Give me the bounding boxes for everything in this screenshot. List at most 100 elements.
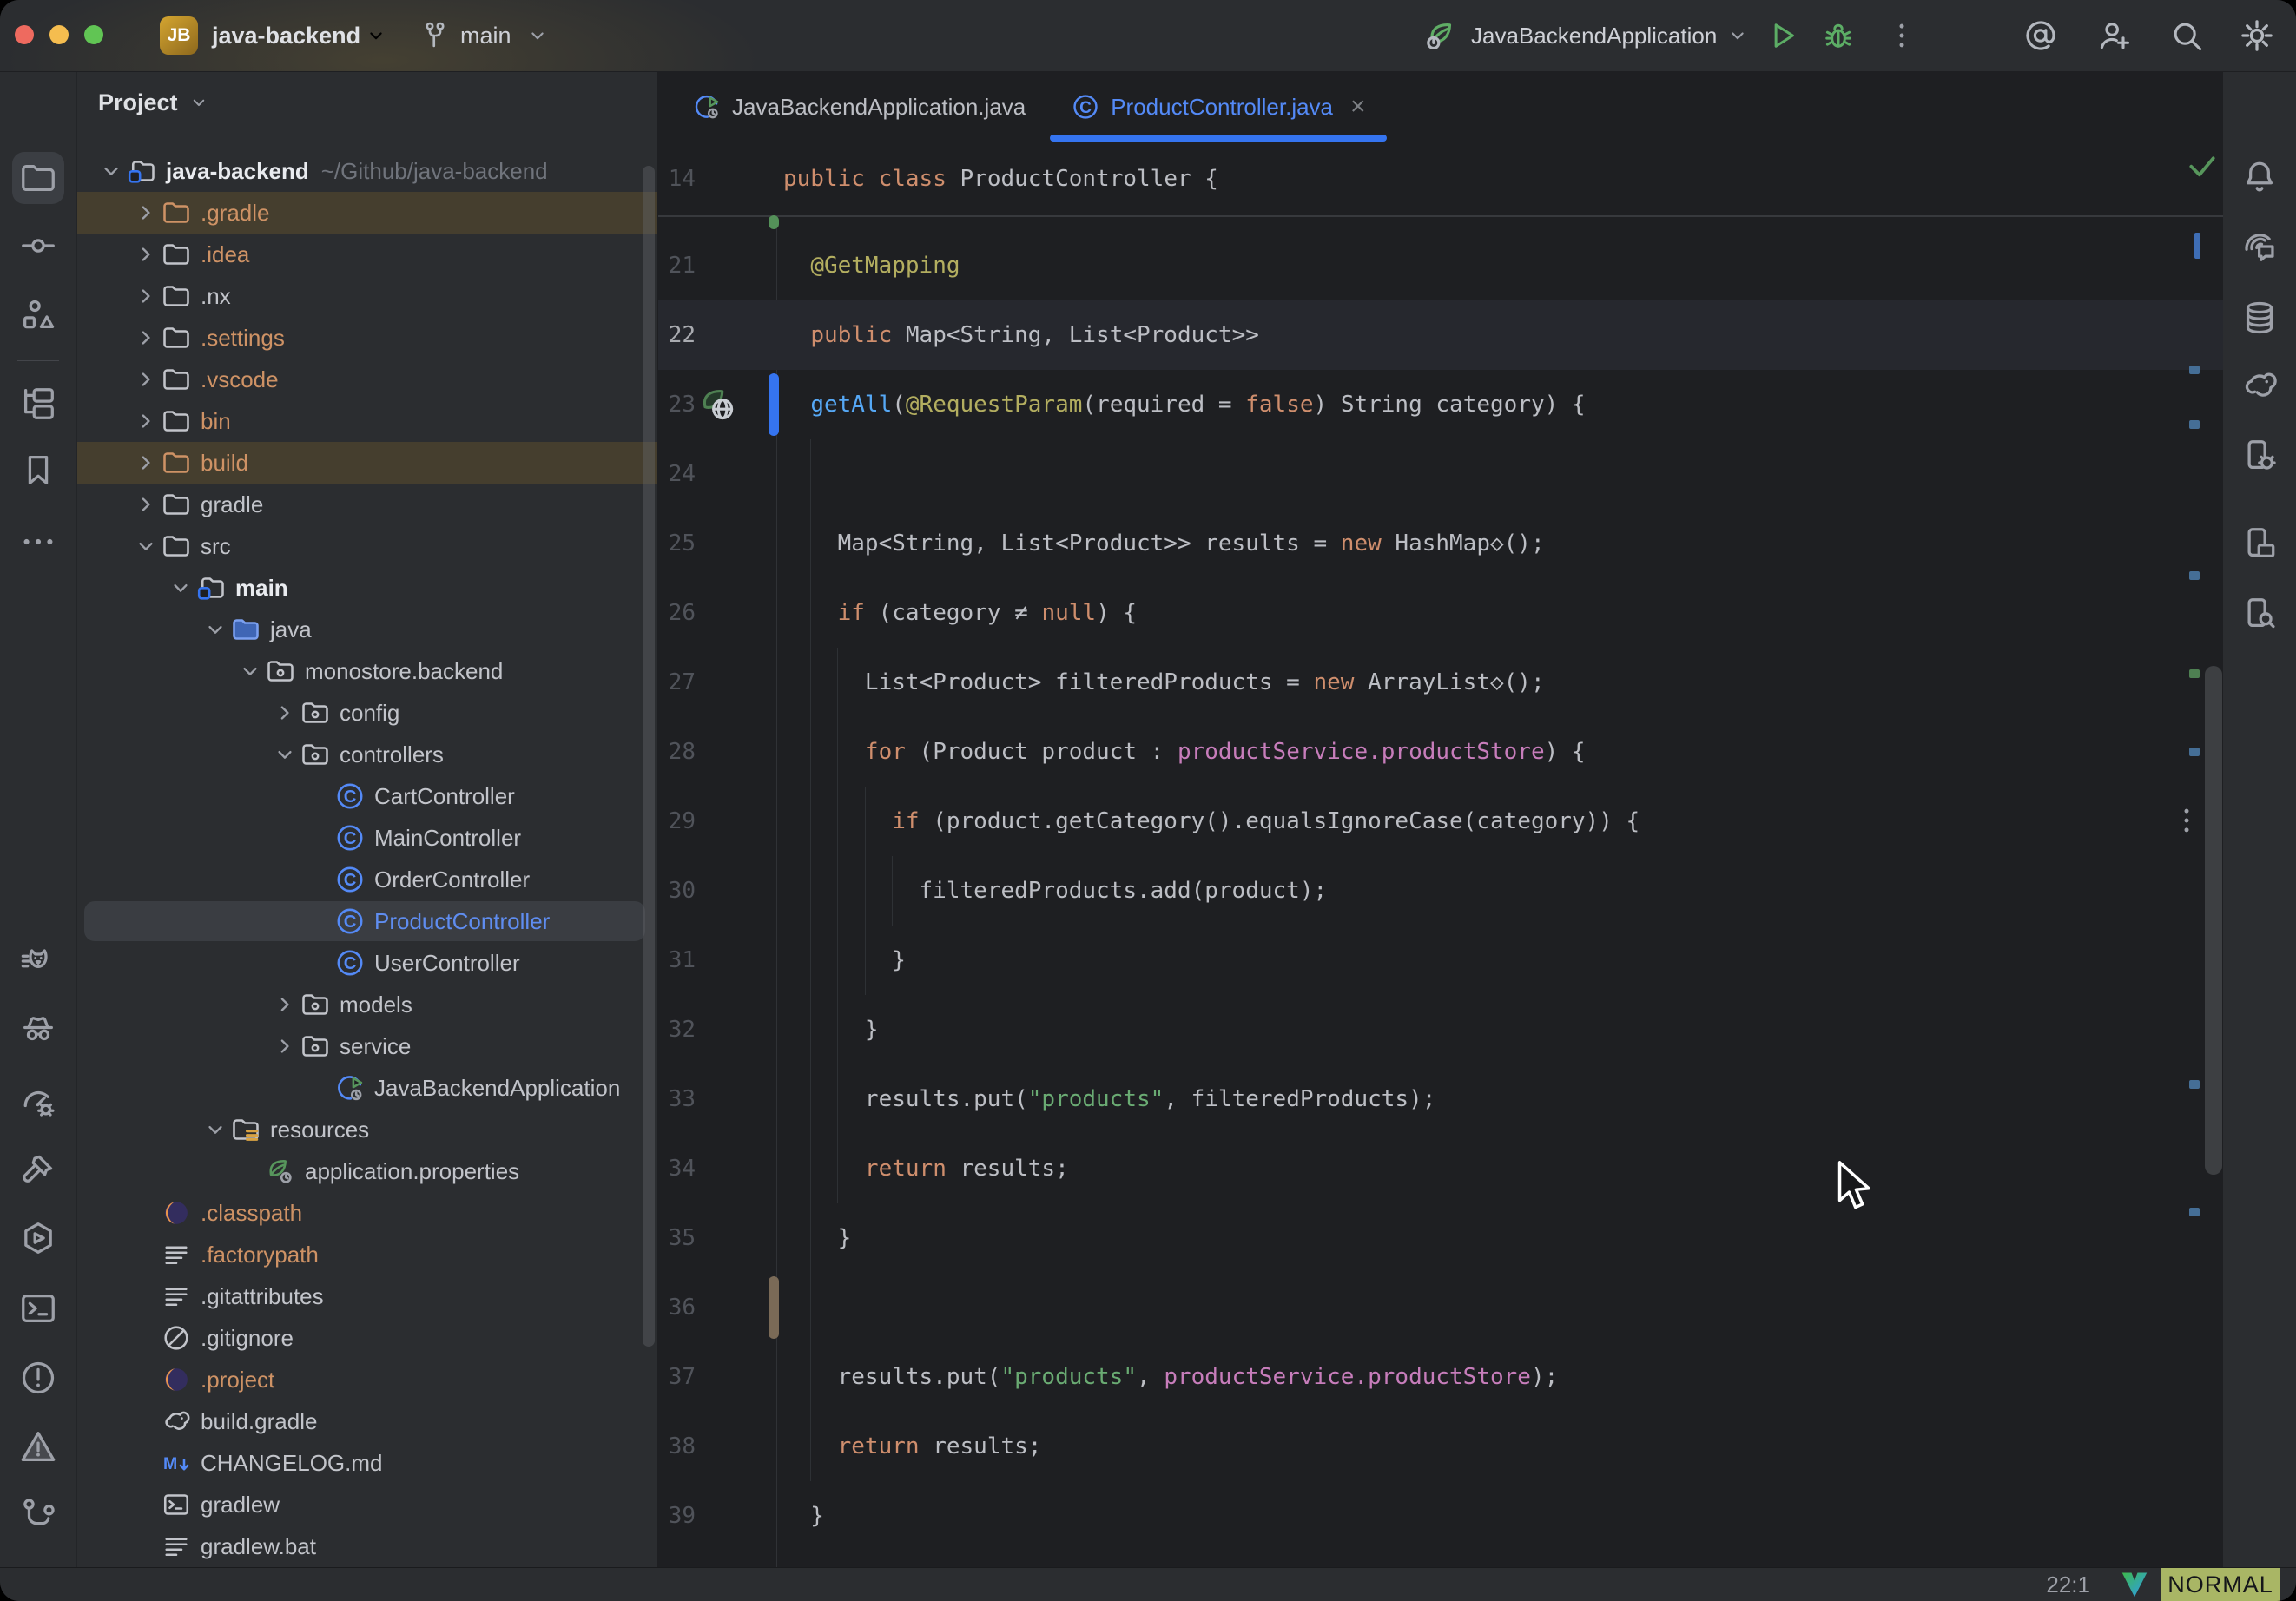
run-button[interactable] bbox=[1765, 17, 1801, 54]
code-line-33[interactable]: 33 results.put("products", filteredProdu… bbox=[658, 1064, 2223, 1134]
chevron-down-icon[interactable] bbox=[96, 156, 126, 186]
tool-stripe-version-control-icon[interactable] bbox=[18, 1495, 58, 1535]
code-text[interactable]: filteredProducts.add(product); bbox=[783, 856, 1327, 926]
more-actions-button[interactable] bbox=[1884, 18, 1919, 53]
chevron-right-icon[interactable] bbox=[270, 1031, 300, 1061]
chevron-right-icon[interactable] bbox=[131, 323, 161, 352]
tree-item-.gitattributes[interactable]: .gitattributes bbox=[77, 1275, 657, 1317]
tree-item-.nx[interactable]: .nx bbox=[77, 275, 657, 317]
chevron-right-icon[interactable] bbox=[131, 406, 161, 436]
ai-mention-button[interactable] bbox=[2022, 16, 2060, 55]
code-line-22[interactable]: 22 public Map<String, List<Product>> bbox=[658, 300, 2223, 370]
tree-item-main[interactable]: main bbox=[77, 567, 657, 609]
tree-item-java-backend[interactable]: java-backend~/Github/java-backend bbox=[77, 150, 657, 192]
tool-stripe-structure-icon[interactable] bbox=[18, 295, 58, 335]
line-number[interactable]: 33 bbox=[658, 1064, 696, 1134]
tree-item-CartController[interactable]: CCartController bbox=[77, 775, 657, 817]
tree-item-MainController[interactable]: CMainController bbox=[77, 817, 657, 859]
rest-endpoint-icon[interactable] bbox=[699, 385, 737, 424]
zoom-window-button[interactable] bbox=[84, 25, 103, 44]
code-text[interactable]: results.put("products", productService.p… bbox=[783, 1342, 1558, 1412]
code-editor[interactable]: 21 @GetMapping22 public Map<String, List… bbox=[658, 142, 2223, 1568]
chevron-right-icon[interactable] bbox=[270, 698, 300, 728]
chevron-down-icon[interactable] bbox=[201, 615, 230, 644]
tool-stripe-gradle-icon[interactable] bbox=[2240, 366, 2280, 405]
tree-item-gradle[interactable]: gradle bbox=[77, 484, 657, 525]
chevron-right-icon[interactable] bbox=[131, 198, 161, 227]
close-window-button[interactable] bbox=[15, 25, 34, 44]
tree-item-java[interactable]: java bbox=[77, 609, 657, 650]
tool-stripe-more-tool-windows-icon[interactable] bbox=[18, 522, 58, 562]
branch-selector[interactable]: main bbox=[460, 0, 511, 71]
tree-item-gradlew.bat[interactable]: gradlew.bat bbox=[77, 1525, 657, 1567]
code-line-30[interactable]: 30 filteredProducts.add(product); bbox=[658, 856, 2223, 926]
tool-stripe-database-icon[interactable] bbox=[2240, 298, 2280, 338]
code-text[interactable]: } bbox=[783, 1203, 851, 1273]
tool-stripe-flow-icon[interactable] bbox=[18, 384, 58, 424]
run-configuration-selector[interactable]: JavaBackendApplication bbox=[1471, 0, 1717, 71]
code-with-me-button[interactable] bbox=[2095, 16, 2133, 55]
tree-item-service[interactable]: service bbox=[77, 1025, 657, 1067]
code-text[interactable]: for (Product product : productService.pr… bbox=[783, 717, 1586, 787]
tool-stripe-problems-icon[interactable] bbox=[18, 1358, 58, 1398]
chevron-down-icon[interactable] bbox=[201, 1115, 230, 1144]
line-number[interactable]: 37 bbox=[658, 1342, 696, 1412]
code-line-31[interactable]: 31 } bbox=[658, 926, 2223, 995]
code-text[interactable]: public Map<String, List<Product>> bbox=[783, 300, 1259, 370]
code-line-27[interactable]: 27 List<Product> filteredProducts = new … bbox=[658, 648, 2223, 717]
line-number[interactable]: 28 bbox=[658, 717, 696, 787]
project-tree-scrollbar[interactable] bbox=[643, 166, 655, 1347]
line-number[interactable]: 26 bbox=[658, 578, 696, 648]
line-number[interactable]: 30 bbox=[658, 856, 696, 926]
project-selector[interactable]: java-backend bbox=[212, 0, 360, 71]
tool-stripe-ai-assistant-icon[interactable] bbox=[2240, 227, 2280, 267]
line-number[interactable]: 21 bbox=[658, 231, 696, 300]
code-text[interactable]: } bbox=[783, 995, 879, 1064]
tree-item-CHANGELOG.md[interactable]: MCHANGELOG.md bbox=[77, 1442, 657, 1484]
code-line-36[interactable]: 36 bbox=[658, 1273, 2223, 1342]
line-number[interactable]: 38 bbox=[658, 1412, 696, 1481]
code-line-32[interactable]: 32 } bbox=[658, 995, 2223, 1064]
line-number[interactable]: 22 bbox=[658, 300, 696, 370]
tool-stripe-commit-icon[interactable] bbox=[18, 226, 58, 266]
code-text[interactable]: if (product.getCategory().equalsIgnoreCa… bbox=[783, 787, 1640, 856]
settings-gear-button[interactable] bbox=[2237, 16, 2277, 56]
line-number[interactable]: 29 bbox=[658, 787, 696, 856]
line-number[interactable]: 23 bbox=[658, 370, 696, 439]
editor-tab-JavaBackendApplication.java[interactable]: JavaBackendApplication.java bbox=[670, 72, 1048, 142]
code-text[interactable]: List<Product> filteredProducts = new Arr… bbox=[783, 648, 1545, 717]
line-number[interactable]: 36 bbox=[658, 1273, 696, 1342]
chevron-right-icon[interactable] bbox=[131, 240, 161, 269]
tree-item-.settings[interactable]: .settings bbox=[77, 317, 657, 359]
tree-item-models[interactable]: models bbox=[77, 984, 657, 1025]
code-line-39[interactable]: 39 } bbox=[658, 1481, 2223, 1551]
line-number[interactable]: 35 bbox=[658, 1203, 696, 1273]
line-number[interactable]: 39 bbox=[658, 1481, 696, 1551]
code-line-38[interactable]: 38 return results; bbox=[658, 1412, 2223, 1481]
code-line-25[interactable]: 25 Map<String, List<Product>> results = … bbox=[658, 509, 2223, 578]
project-panel-header[interactable]: Project bbox=[98, 82, 211, 122]
inspections-ok-icon[interactable] bbox=[2186, 149, 2219, 182]
minimize-window-button[interactable] bbox=[49, 25, 69, 44]
sticky-line[interactable]: 14public class ProductController { bbox=[658, 142, 2223, 217]
chevron-down-icon[interactable] bbox=[235, 656, 265, 686]
chevron-right-icon[interactable] bbox=[131, 365, 161, 394]
tool-stripe-project-icon[interactable] bbox=[18, 158, 58, 198]
tree-item-application.properties[interactable]: application.properties bbox=[77, 1150, 657, 1192]
tree-item-OrderController[interactable]: COrderController bbox=[77, 859, 657, 900]
chevron-right-icon[interactable] bbox=[131, 281, 161, 311]
code-line-21[interactable]: 21 @GetMapping bbox=[658, 231, 2223, 300]
code-text[interactable]: getAll(@RequestParam(required = false) S… bbox=[783, 370, 1586, 439]
chevron-down-icon[interactable] bbox=[166, 573, 195, 603]
editor-tab-ProductController.java[interactable]: CProductController.java× bbox=[1048, 72, 1388, 142]
tool-stripe-build-icon[interactable] bbox=[18, 1150, 58, 1189]
code-text[interactable]: results.put("products", filteredProducts… bbox=[783, 1064, 1435, 1134]
chevron-down-icon[interactable] bbox=[270, 740, 300, 769]
code-text[interactable]: Map<String, List<Product>> results = new… bbox=[783, 509, 1545, 578]
code-line-26[interactable]: 26 if (category ≠ null) { bbox=[658, 578, 2223, 648]
line-number[interactable]: 24 bbox=[658, 439, 696, 509]
code-text[interactable]: return results; bbox=[783, 1134, 1069, 1203]
tool-stripe-device-explorer-icon[interactable] bbox=[2240, 524, 2280, 563]
tree-item-gradlew[interactable]: gradlew bbox=[77, 1484, 657, 1525]
tool-stripe-profiler-icon[interactable] bbox=[18, 1083, 58, 1123]
